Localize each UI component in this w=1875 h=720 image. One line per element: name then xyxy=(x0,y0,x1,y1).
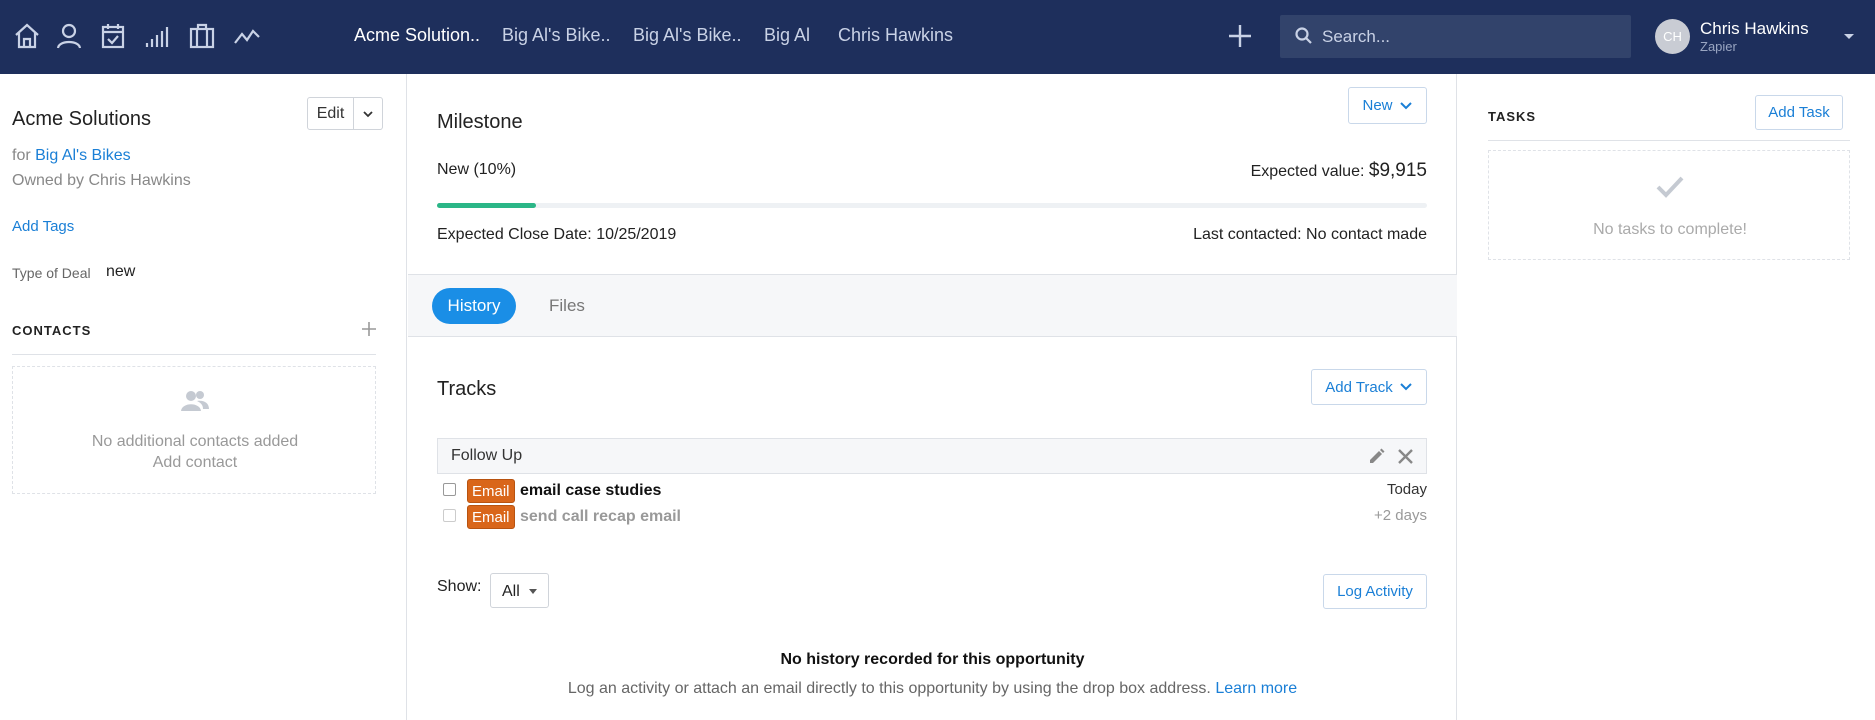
track-group-name: Follow Up xyxy=(451,447,523,464)
history-empty-text: Log an activity or attach an email direc… xyxy=(408,680,1457,698)
track-task-row: Email email case studies Today xyxy=(437,478,1427,504)
task-type-badge: Email xyxy=(467,479,515,503)
learn-more-link[interactable]: Learn more xyxy=(1215,680,1297,697)
search-box xyxy=(1280,15,1631,58)
tasks-heading: TASKS xyxy=(1488,109,1537,124)
expected-value-amount: $9,915 xyxy=(1368,160,1427,181)
task-due: Today xyxy=(1386,481,1427,498)
divider xyxy=(1488,140,1850,141)
deal-type-value: new xyxy=(106,263,136,280)
tasks-panel: TASKS Add Task No tasks to complete! xyxy=(1458,74,1875,720)
tracks-title: Tracks xyxy=(437,378,497,400)
edit-button-group: Edit xyxy=(307,97,383,130)
deal-title: Acme Solutions xyxy=(12,108,151,130)
company-link[interactable]: Big Al's Bikes xyxy=(35,147,131,164)
tab-history[interactable]: History xyxy=(432,288,516,324)
chevron-down-icon xyxy=(1400,383,1412,391)
calendar-check-icon[interactable] xyxy=(97,20,129,52)
task-checkbox[interactable] xyxy=(443,483,456,496)
user-org: Zapier xyxy=(1700,39,1737,54)
task-type-badge: Email xyxy=(467,505,515,529)
contacts-empty-state: No additional contacts added Add contact xyxy=(12,366,376,494)
show-filter-label: Show: xyxy=(437,578,482,595)
signal-bars-icon[interactable] xyxy=(141,20,173,52)
deal-details-panel: Acme Solutions Edit for Big Al's Bikes O… xyxy=(0,74,407,720)
user-icon[interactable] xyxy=(53,20,85,52)
deal-company-line: for Big Al's Bikes xyxy=(12,147,131,165)
expected-value: Expected value: $9,915 xyxy=(1251,160,1427,182)
show-filter-value: All xyxy=(502,583,520,600)
tab-files[interactable]: Files xyxy=(549,296,585,316)
track-task-row: Email send call recap email +2 days xyxy=(437,504,1427,530)
show-filter-select[interactable]: All xyxy=(490,573,549,608)
edit-dropdown-button[interactable] xyxy=(354,98,382,129)
milestone-title: Milestone xyxy=(437,111,523,133)
contacts-heading: CONTACTS xyxy=(12,323,92,338)
checkmark-icon xyxy=(1655,175,1685,199)
nav-tab-big-al[interactable]: Big Al xyxy=(764,25,810,46)
tasks-empty-state: No tasks to complete! xyxy=(1488,150,1850,260)
nav-tab-big-als-bikes-1[interactable]: Big Al's Bike.. xyxy=(502,25,610,46)
add-icon[interactable] xyxy=(1224,20,1256,52)
history-empty-title: No history recorded for this opportunity xyxy=(780,651,1085,668)
add-tags-link[interactable]: Add Tags xyxy=(12,218,74,235)
history-empty-description: Log an activity or attach an email direc… xyxy=(567,680,1211,697)
home-icon[interactable] xyxy=(11,20,43,52)
task-name[interactable]: send call recap email xyxy=(520,508,681,526)
expected-value-label: Expected value: xyxy=(1250,163,1365,180)
expected-close-date: Expected Close Date: 10/25/2019 xyxy=(437,226,677,243)
milestone-status-label: New xyxy=(1362,97,1393,114)
close-icon[interactable] xyxy=(1396,447,1415,466)
milestone-stage: New (10%) xyxy=(437,161,517,178)
opportunity-main-panel: Milestone New New (10%) Expected value: … xyxy=(408,74,1457,720)
add-track-button[interactable]: Add Track xyxy=(1311,369,1427,405)
last-contacted: Last contacted: No contact made xyxy=(1193,226,1427,243)
chevron-down-icon[interactable] xyxy=(1842,30,1856,44)
deal-type-label: Type of Deal xyxy=(12,265,91,281)
chevron-down-icon xyxy=(363,110,373,117)
pencil-icon[interactable] xyxy=(1368,448,1385,465)
log-activity-label: Log Activity xyxy=(1337,583,1413,600)
milestone-progress-bar xyxy=(437,203,1427,208)
add-contact-link[interactable]: Add contact xyxy=(13,454,377,472)
add-track-label: Add Track xyxy=(1325,378,1393,396)
tasks-empty-text: No tasks to complete! xyxy=(1593,221,1747,238)
edit-button[interactable]: Edit xyxy=(308,98,354,129)
for-prefix: for xyxy=(12,147,31,164)
people-icon xyxy=(180,389,210,413)
search-icon xyxy=(1294,26,1314,46)
task-name[interactable]: email case studies xyxy=(520,482,661,500)
nav-tab-chris-hawkins[interactable]: Chris Hawkins xyxy=(838,25,953,46)
milestone-progress-fill xyxy=(437,203,536,208)
add-task-button[interactable]: Add Task xyxy=(1755,95,1843,130)
top-nav-bar: Acme Solution.. Big Al's Bike.. Big Al's… xyxy=(0,0,1875,74)
task-checkbox[interactable] xyxy=(443,509,456,522)
deal-owner: Owned by Chris Hawkins xyxy=(12,172,191,189)
track-group-header: Follow Up xyxy=(437,438,1427,474)
add-contact-icon[interactable] xyxy=(360,320,378,338)
nav-tab-acme-solutions[interactable]: Acme Solution.. xyxy=(354,25,480,46)
task-due: +2 days xyxy=(1374,507,1427,524)
activity-icon[interactable] xyxy=(231,20,263,52)
chevron-down-icon xyxy=(1399,101,1412,109)
divider xyxy=(12,354,376,355)
tabs-bar: History Files xyxy=(408,274,1457,337)
contacts-empty-text: No additional contacts added xyxy=(91,433,299,450)
briefcase-icon[interactable] xyxy=(186,20,218,52)
log-activity-button[interactable]: Log Activity xyxy=(1323,574,1427,609)
user-name[interactable]: Chris Hawkins xyxy=(1700,19,1809,39)
nav-tab-big-als-bikes-2[interactable]: Big Al's Bike.. xyxy=(633,25,741,46)
caret-down-icon xyxy=(529,589,537,594)
add-task-label: Add Task xyxy=(1768,104,1830,121)
avatar[interactable]: CH xyxy=(1655,19,1690,54)
search-input[interactable] xyxy=(1322,15,1622,58)
milestone-status-dropdown[interactable]: New xyxy=(1348,87,1427,124)
